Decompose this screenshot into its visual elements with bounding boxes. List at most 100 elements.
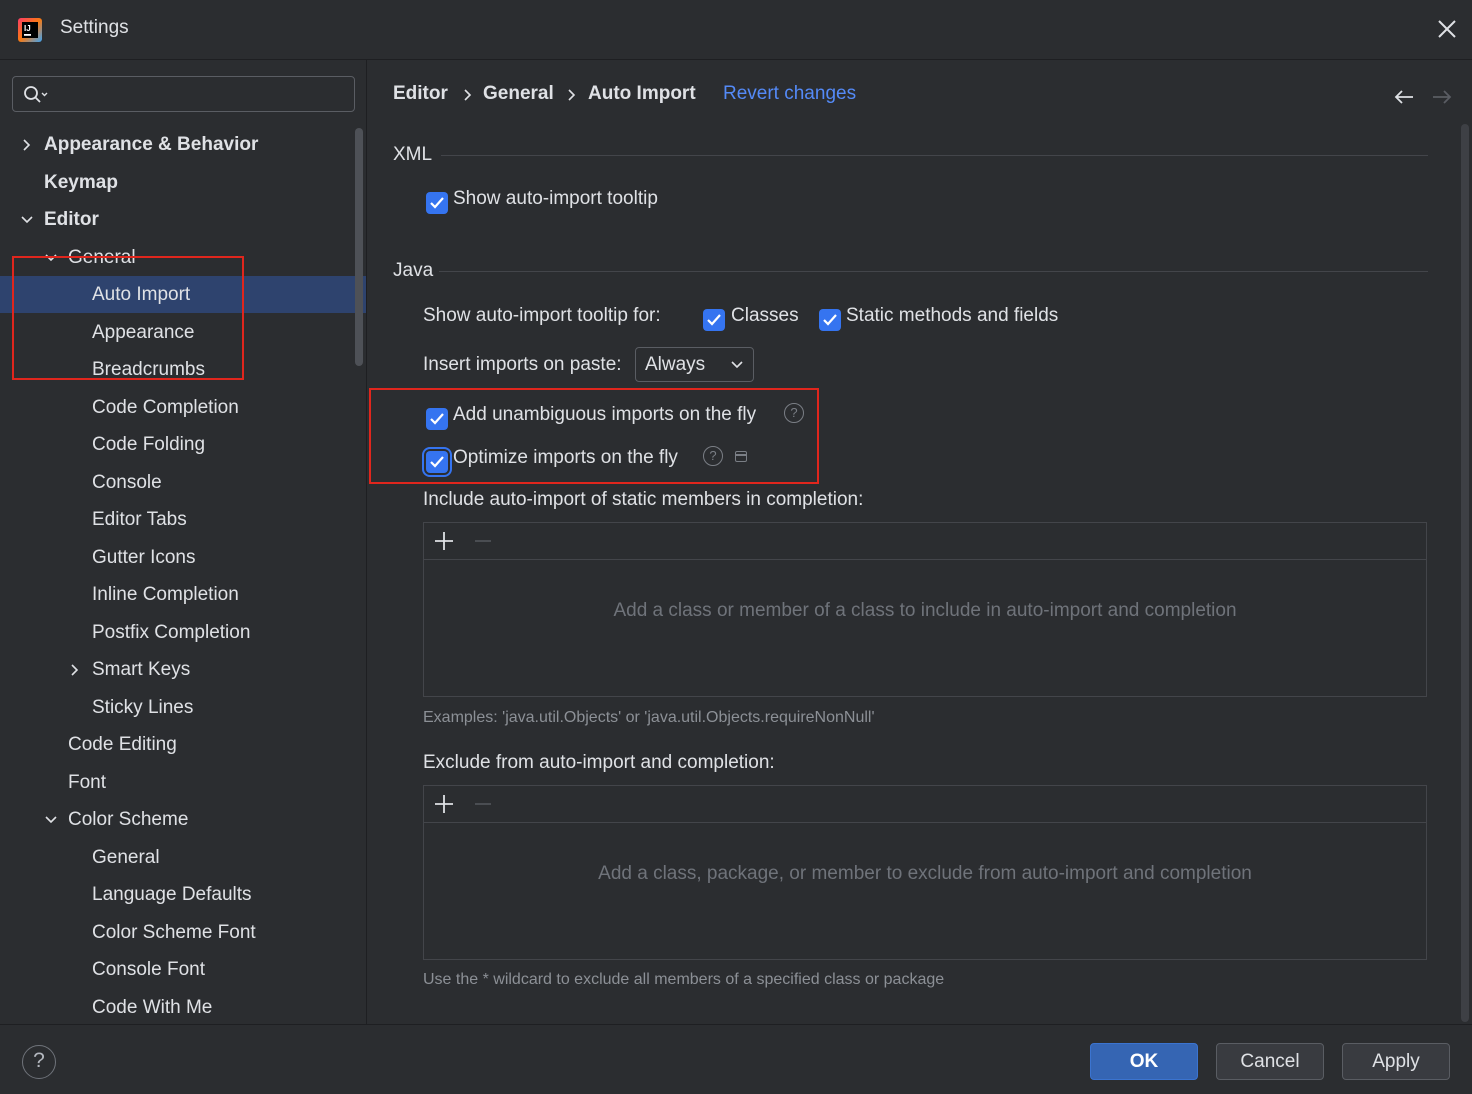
cancel-button[interactable]: Cancel <box>1216 1043 1324 1080</box>
sidebar-item-code-folding[interactable]: Code Folding <box>0 426 366 463</box>
checkmark-icon <box>430 413 444 425</box>
sidebar-item-code-completion[interactable]: Code Completion <box>0 389 366 426</box>
sidebar-item-color-scheme-font[interactable]: Color Scheme Font <box>0 914 366 951</box>
classes-label[interactable]: Classes <box>731 305 799 327</box>
checkmark-icon <box>823 314 837 326</box>
xml-show-tooltip-checkbox[interactable] <box>426 192 448 214</box>
classes-checkbox[interactable] <box>703 309 725 331</box>
include-hint: Examples: 'java.util.Objects' or 'java.u… <box>423 709 875 726</box>
chevron-down-icon <box>731 361 743 369</box>
sidebar-item-code-editing[interactable]: Code Editing <box>0 726 366 763</box>
sidebar-item-label: Font <box>68 771 107 793</box>
sidebar-item-postfix-completion[interactable]: Postfix Completion <box>0 614 366 651</box>
sidebar-item-editor-tabs[interactable]: Editor Tabs <box>0 501 366 538</box>
xml-show-tooltip-label[interactable]: Show auto-import tooltip <box>453 188 658 210</box>
sidebar-item-appearance-behavior[interactable]: Appearance & Behavior <box>0 126 366 163</box>
sidebar-item-color-scheme[interactable]: Color Scheme <box>0 801 366 838</box>
sidebar-scrollbar-thumb[interactable] <box>355 128 363 366</box>
close-icon[interactable] <box>1434 16 1460 42</box>
sidebar-item-general[interactable]: General <box>0 839 366 876</box>
ok-button[interactable]: OK <box>1090 1043 1198 1080</box>
add-icon[interactable] <box>433 793 455 815</box>
help-button[interactable]: ? <box>22 1045 56 1079</box>
exclude-list-toolbar <box>424 786 1426 823</box>
optimize-imports-checkbox[interactable] <box>426 451 448 473</box>
static-methods-checkbox[interactable] <box>819 309 841 331</box>
title-bar: IJ Settings <box>0 0 1472 60</box>
sidebar-item-label: Console Font <box>92 959 206 980</box>
sidebar-item-smart-keys[interactable]: Smart Keys <box>0 651 366 688</box>
sidebar-item-label: General <box>92 846 160 868</box>
sidebar-item-inline-completion[interactable]: Inline Completion <box>0 576 366 613</box>
add-unambiguous-checkbox[interactable] <box>426 408 448 430</box>
back-arrow-icon[interactable] <box>1393 88 1415 106</box>
sidebar-item-label: Code Completion <box>92 396 239 418</box>
sidebar-item-general[interactable]: General <box>0 239 366 276</box>
sidebar-item-keymap[interactable]: Keymap <box>0 164 366 201</box>
optimize-imports-label[interactable]: Optimize imports on the fly <box>453 447 678 469</box>
exclude-title: Exclude from auto-import and completion: <box>423 752 775 773</box>
remove-icon <box>475 803 491 805</box>
content-scrollbar[interactable] <box>1461 124 1469 1022</box>
breadcrumb-auto-import: Auto Import <box>588 83 696 104</box>
section-divider <box>439 271 1428 272</box>
revert-changes-link[interactable]: Revert changes <box>723 83 856 105</box>
search-input[interactable] <box>57 81 351 109</box>
sidebar-item-label: Color Scheme <box>68 809 189 830</box>
sidebar-item-label: Language Defaults <box>92 884 252 905</box>
window-title: Settings <box>60 17 129 38</box>
sidebar-item-font[interactable]: Font <box>0 764 366 801</box>
sidebar-item-sticky-lines[interactable]: Sticky Lines <box>0 689 366 726</box>
java-section-title: Java <box>393 260 434 281</box>
sidebar-item-label: Smart Keys <box>92 659 191 680</box>
sidebar-item-editor[interactable]: Editor <box>0 201 366 238</box>
intellij-idea-icon: IJ <box>18 18 42 42</box>
sidebar-item-code-with-me[interactable]: Code With Me <box>0 989 366 1025</box>
static-methods-label[interactable]: Static methods and fields <box>846 305 1058 327</box>
sidebar-item-breadcrumbs[interactable]: Breadcrumbs <box>0 351 366 388</box>
popup-window-icon[interactable] <box>735 451 747 462</box>
add-icon[interactable] <box>433 530 455 552</box>
settings-sidebar: Appearance & Behavior Keymap Editor General… <box>0 60 367 1024</box>
section-divider <box>441 155 1428 156</box>
sidebar-item-label: Keymap <box>44 171 118 193</box>
sidebar-item-console[interactable]: Console <box>0 464 366 501</box>
apply-button[interactable]: Apply <box>1342 1043 1450 1080</box>
sidebar-item-appearance[interactable]: Appearance <box>0 314 366 351</box>
breadcrumb-general[interactable]: General <box>483 83 554 105</box>
forward-arrow-icon[interactable] <box>1431 88 1453 106</box>
sidebar-item-language-defaults[interactable]: Language Defaults <box>0 876 366 913</box>
include-list-toolbar <box>424 523 1426 560</box>
sidebar-item-label: Editor <box>44 209 99 230</box>
chevron-right-icon[interactable] <box>20 138 34 152</box>
chevron-right-icon[interactable] <box>68 663 82 677</box>
chevron-right-icon <box>464 89 472 101</box>
remove-icon <box>475 540 491 542</box>
sidebar-item-label: Code With Me <box>92 996 213 1018</box>
help-icon[interactable]: ? <box>703 446 723 466</box>
include-list[interactable]: Add a class or member of a class to incl… <box>423 522 1427 697</box>
checkmark-icon <box>430 456 444 468</box>
sidebar-item-label: General <box>68 246 136 268</box>
help-icon[interactable]: ? <box>784 403 804 423</box>
add-unambiguous-label[interactable]: Add unambiguous imports on the fly <box>453 404 756 426</box>
sidebar-item-console-font[interactable]: Console Font <box>0 951 366 988</box>
exclude-list[interactable]: Add a class, package, or member to exclu… <box>423 785 1427 960</box>
exclude-hint: Use the * wildcard to exclude all member… <box>423 971 945 988</box>
sidebar-item-label: Breadcrumbs <box>92 359 205 380</box>
chevron-right-icon <box>568 89 576 101</box>
chevron-down-icon[interactable] <box>20 213 34 227</box>
sidebar-item-label: Color Scheme Font <box>92 921 256 943</box>
settings-search[interactable] <box>12 76 355 112</box>
sidebar-item-label: Sticky Lines <box>92 696 194 718</box>
include-empty-text: Add a class or member of a class to incl… <box>613 600 1237 621</box>
chevron-down-icon[interactable] <box>44 813 58 827</box>
chevron-down-icon[interactable] <box>44 251 58 265</box>
sidebar-item-gutter-icons[interactable]: Gutter Icons <box>0 539 366 576</box>
checkmark-icon <box>707 314 721 326</box>
breadcrumb-editor[interactable]: Editor <box>393 83 448 105</box>
sidebar-item-auto-import[interactable]: Auto Import <box>0 276 366 313</box>
insert-on-paste-dropdown[interactable]: Always <box>635 347 754 382</box>
sidebar-item-label: Console <box>92 471 162 493</box>
sidebar-item-label: Editor Tabs <box>92 509 187 530</box>
